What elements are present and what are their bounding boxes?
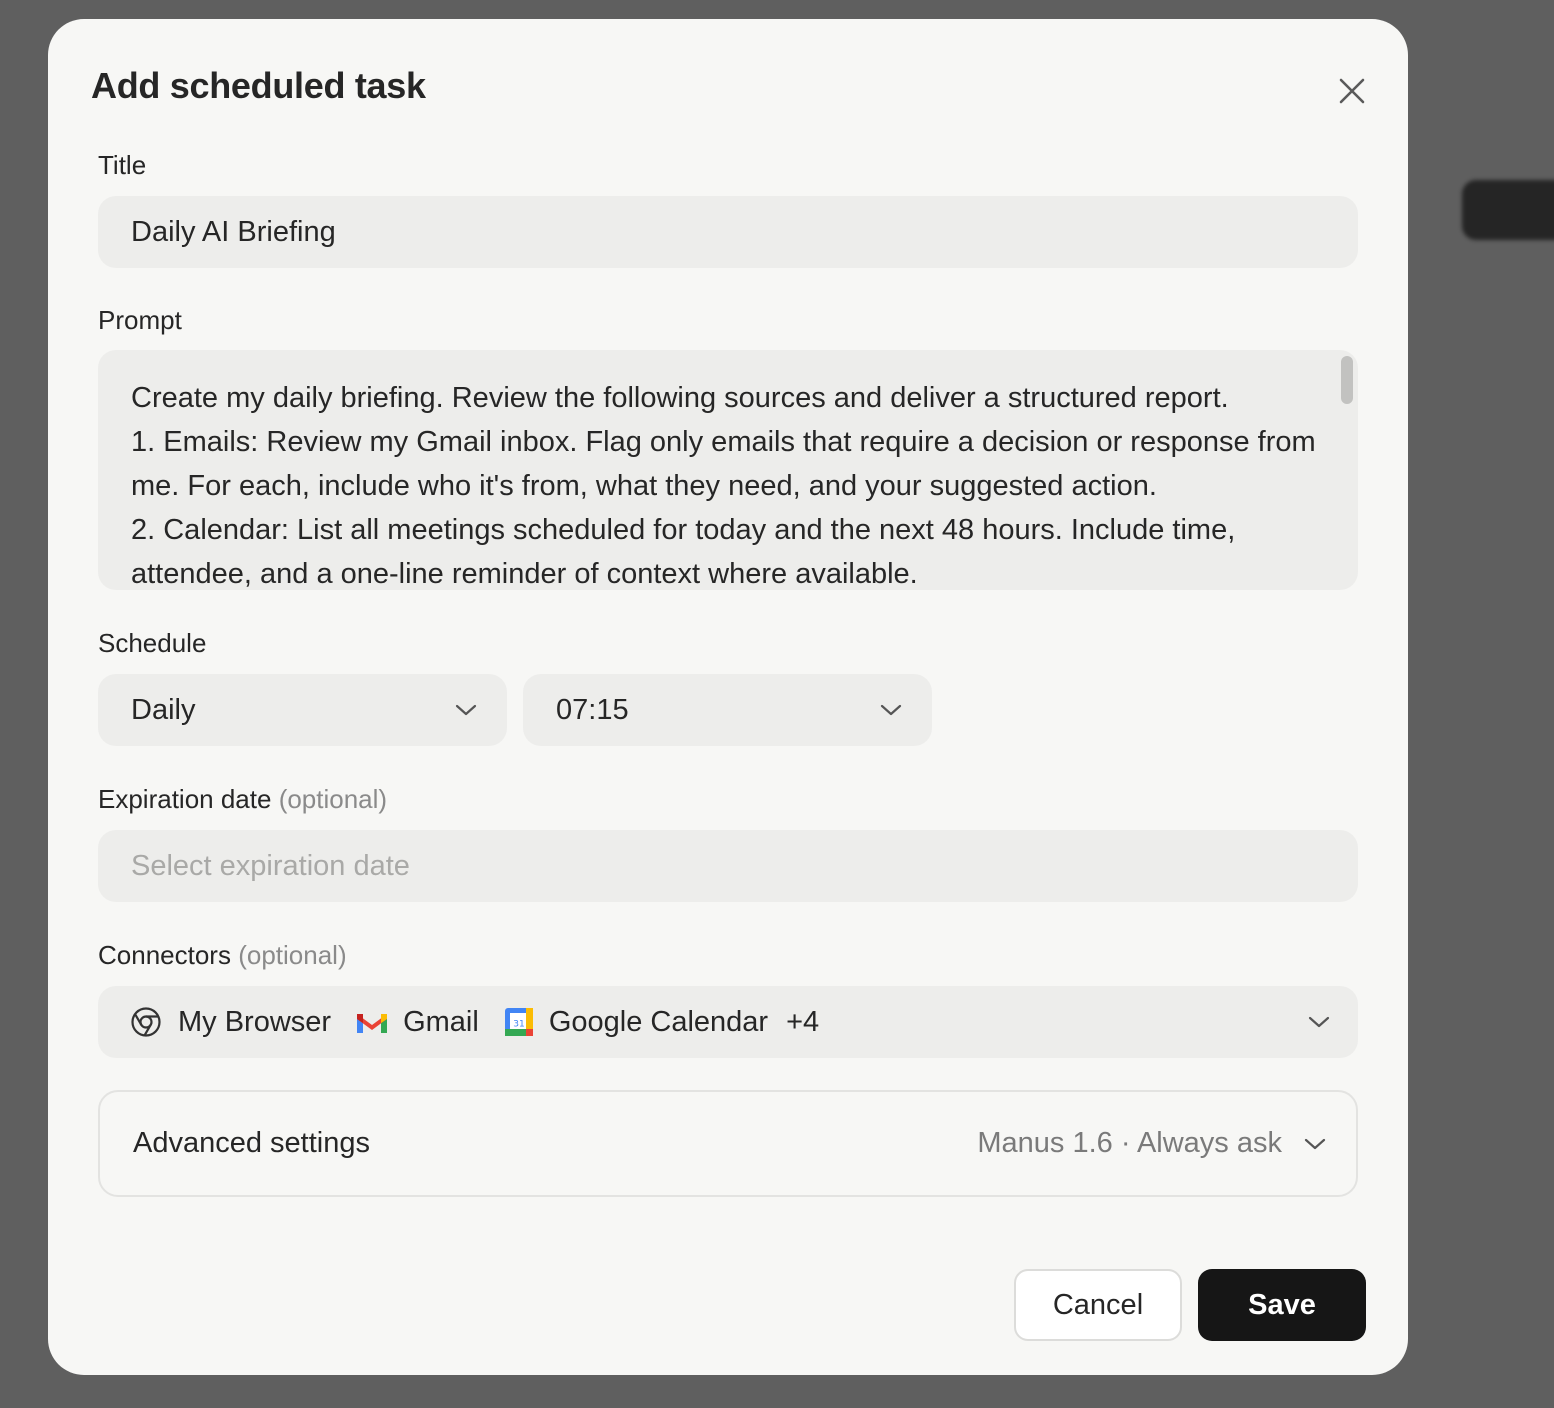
prompt-label: Prompt [98,305,182,335]
prompt-scrollbar[interactable] [1341,356,1353,404]
prompt-line: attendee, and a one-line reminder of con… [131,558,918,590]
chrome-icon [130,1006,162,1038]
advanced-settings-toggle[interactable]: Advanced settings Manus 1.6 · Always ask [98,1090,1358,1197]
expiration-placeholder: Select expiration date [131,849,410,882]
expiration-date-input[interactable]: Select expiration date [98,830,1358,902]
time-select[interactable]: 07:15 [523,674,932,746]
prompt-line: 2. Calendar: List all meetings scheduled… [131,514,1236,546]
optional-hint: (optional) [238,940,347,970]
gmail-icon [357,1011,388,1033]
chevron-down-icon [455,704,477,716]
prompt-textarea[interactable]: Create my daily briefing. Review the fol… [98,350,1358,590]
title-label: Title [98,150,147,180]
title-input-value: Daily AI Briefing [131,215,336,248]
connector-label: My Browser [178,1005,332,1038]
connector-google-calendar: 31 Google Calendar [504,1005,769,1039]
connector-label: Google Calendar [548,1005,769,1038]
advanced-settings-label: Advanced settings [133,1127,370,1159]
close-icon [1339,78,1365,104]
title-input[interactable]: Daily AI Briefing [98,196,1358,268]
frequency-value: Daily [131,693,196,726]
chevron-down-icon [1304,1137,1326,1151]
frequency-select[interactable]: Daily [98,674,507,746]
prompt-line: 1. Emails: Review my Gmail inbox. Flag o… [131,426,1316,458]
connector-gmail: Gmail [357,1006,479,1039]
schedule-label: Schedule [98,628,207,658]
prompt-line: Create my daily briefing. Review the fol… [131,382,1229,414]
google-calendar-icon: 31 [504,1008,533,1036]
add-scheduled-task-dialog: Add scheduled task Title Daily AI Briefi… [48,19,1408,1375]
connector-label: Gmail [403,1005,479,1038]
chevron-down-icon [880,704,902,716]
background-button [1462,180,1554,240]
time-value: 07:15 [556,693,629,726]
advanced-summary-text: Manus 1.6 · Always ask [977,1127,1282,1159]
prompt-line: me. For each, include who it's from, wha… [131,470,1157,502]
optional-hint: (optional) [278,784,388,814]
connector-my-browser: My Browser [130,1006,331,1039]
connectors-more-count: +4 [786,1005,820,1038]
chevron-down-icon [1308,1015,1330,1029]
connectors-label: Connectors (optional) [98,940,347,971]
connectors-label-text: Connectors [98,940,231,970]
expiration-label-text: Expiration date [98,784,272,814]
save-button[interactable]: Save [1198,1269,1366,1341]
svg-text:31: 31 [513,1020,524,1030]
expiration-label: Expiration date (optional) [98,784,387,815]
advanced-settings-summary: Manus 1.6 · Always ask [977,1127,1326,1160]
close-button[interactable] [1334,73,1370,109]
cancel-button[interactable]: Cancel [1014,1269,1182,1341]
connectors-select[interactable]: My Browser Gmail 31 Google Calendar +4 [98,986,1358,1058]
dialog-title: Add scheduled task [91,65,426,106]
